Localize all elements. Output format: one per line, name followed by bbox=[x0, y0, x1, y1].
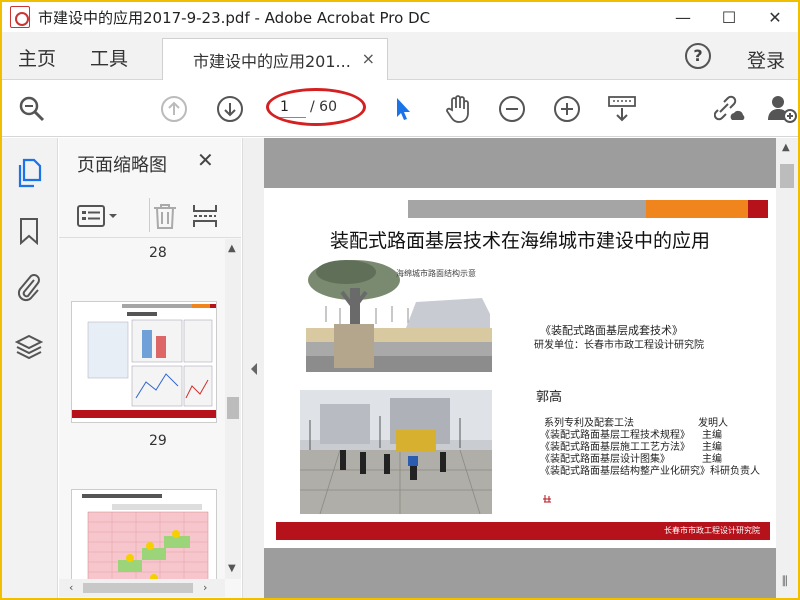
link-cloud-icon[interactable] bbox=[714, 93, 746, 125]
document-tab[interactable]: 市建设中的应用201... × bbox=[162, 38, 388, 80]
accent-bar-gray bbox=[408, 200, 646, 218]
zoom-out-icon[interactable] bbox=[496, 93, 528, 125]
insert-page-icon[interactable] bbox=[191, 202, 219, 234]
slide-title: 装配式路面基层技术在海绵城市建设中的应用 bbox=[330, 230, 711, 252]
page-thumbnail-30[interactable] bbox=[71, 489, 217, 579]
pdf-page: 装配式路面基层技术在海绵城市建设中的应用 海绵城市路面结构示意 《装配式路面基层… bbox=[264, 188, 776, 548]
diagram-caption: 海绵城市路面结构示意 bbox=[396, 268, 476, 278]
page-thumbnails-icon[interactable] bbox=[14, 158, 44, 188]
role-4: 主编 bbox=[702, 454, 722, 465]
minimize-button[interactable]: — bbox=[660, 2, 706, 32]
document-tab-close-icon[interactable]: × bbox=[362, 49, 375, 68]
add-user-icon[interactable] bbox=[766, 93, 798, 125]
document-vertical-scrollbar[interactable]: ▲ ⫼ bbox=[776, 138, 798, 598]
signature-mark bbox=[542, 488, 552, 503]
document-scroll-thumb[interactable] bbox=[780, 164, 794, 188]
scroll-right-icon[interactable]: › bbox=[203, 581, 207, 594]
construction-photo bbox=[300, 390, 492, 515]
thumbnail-options-icon[interactable] bbox=[77, 204, 119, 232]
login-button[interactable]: 登录 bbox=[747, 46, 785, 73]
research-unit: 研发单位：长春市市政工程设计研究院 bbox=[534, 340, 704, 351]
document-view: 装配式路面基层技术在海绵城市建设中的应用 海绵城市路面结构示意 《装配式路面基层… bbox=[264, 138, 798, 598]
bookmark-icon[interactable] bbox=[14, 216, 44, 246]
credit-line-5: 《装配式路面基层结构整产业化研究》科研负责人 bbox=[540, 466, 760, 477]
annotation-ellipse bbox=[266, 88, 366, 126]
thumbnail-vertical-scrollbar[interactable]: ▲ ▼ bbox=[225, 239, 241, 579]
author-name: 郭高 bbox=[536, 390, 563, 405]
page-down-icon[interactable] bbox=[214, 93, 246, 125]
title-bar: 市建设中的应用2017-9-23.pdf - Adobe Acrobat Pro… bbox=[2, 2, 798, 32]
keyboard-scroll-icon[interactable] bbox=[606, 93, 638, 125]
select-arrow-icon[interactable] bbox=[386, 93, 418, 125]
accent-bar-red bbox=[748, 200, 768, 218]
page-label-28: 28 bbox=[149, 245, 167, 261]
page-thumbnail-29[interactable] bbox=[71, 301, 217, 423]
nav-home[interactable]: 主页 bbox=[18, 44, 56, 71]
toolbar bbox=[2, 81, 798, 137]
zoom-in-icon[interactable] bbox=[551, 93, 583, 125]
window-controls: — ☐ ✕ bbox=[660, 2, 798, 32]
split-view-icon[interactable]: ⫼ bbox=[782, 574, 788, 589]
scroll-up-icon[interactable]: ▲ bbox=[228, 243, 236, 254]
attachment-icon[interactable] bbox=[14, 272, 44, 302]
thumbnail-toolbar bbox=[59, 194, 241, 238]
close-window-button[interactable]: ✕ bbox=[752, 2, 798, 32]
delete-page-icon[interactable] bbox=[151, 202, 179, 234]
accent-bar-orange bbox=[646, 200, 748, 218]
window-title: 市建设中的应用2017-9-23.pdf - Adobe Acrobat Pro… bbox=[38, 8, 431, 27]
nav-tools[interactable]: 工具 bbox=[90, 44, 128, 71]
scroll-left-icon[interactable]: ‹ bbox=[69, 581, 73, 594]
footer-text: 长春市市政工程设计研究院 bbox=[664, 526, 760, 535]
acrobat-app-icon bbox=[10, 6, 30, 28]
pane-splitter[interactable] bbox=[242, 138, 264, 598]
doc-scroll-up-icon[interactable]: ▲ bbox=[782, 142, 790, 153]
acrobat-window: 市建设中的应用2017-9-23.pdf - Adobe Acrobat Pro… bbox=[0, 0, 800, 600]
help-icon[interactable]: ? bbox=[685, 43, 711, 69]
thumbnail-pane-title: 页面缩略图 bbox=[77, 155, 167, 176]
thumbnail-pane-close-icon[interactable]: ✕ bbox=[197, 148, 214, 172]
search-icon[interactable] bbox=[16, 93, 48, 125]
collapse-pane-icon[interactable] bbox=[249, 362, 259, 376]
toolbar-divider bbox=[149, 198, 150, 232]
navigation-rail bbox=[2, 138, 58, 598]
nav-bar: 主页 工具 市建设中的应用201... × ? 登录 bbox=[2, 32, 798, 80]
page-label-29: 29 bbox=[149, 433, 167, 449]
page-up-icon[interactable] bbox=[158, 93, 190, 125]
maximize-button[interactable]: ☐ bbox=[706, 2, 752, 32]
thumbnail-list: 28 29 bbox=[59, 239, 225, 579]
thumbnail-pane: 页面缩略图 ✕ 28 29 ▲ ▼ ‹ › bbox=[59, 138, 241, 598]
scroll-down-icon[interactable]: ▼ bbox=[228, 563, 236, 574]
footer-bar: 长春市市政工程设计研究院 bbox=[276, 522, 770, 540]
thumbnail-scroll-thumb[interactable] bbox=[227, 397, 239, 419]
layers-icon[interactable] bbox=[14, 332, 44, 362]
thumbnail-horizontal-scrollbar[interactable]: ‹ › bbox=[59, 579, 225, 597]
pavement-diagram-image: 海绵城市路面结构示意 bbox=[306, 258, 492, 372]
hand-icon[interactable] bbox=[442, 93, 474, 125]
document-tab-label: 市建设中的应用201... bbox=[193, 51, 351, 71]
thumbnail-hscroll-thumb[interactable] bbox=[83, 583, 193, 593]
